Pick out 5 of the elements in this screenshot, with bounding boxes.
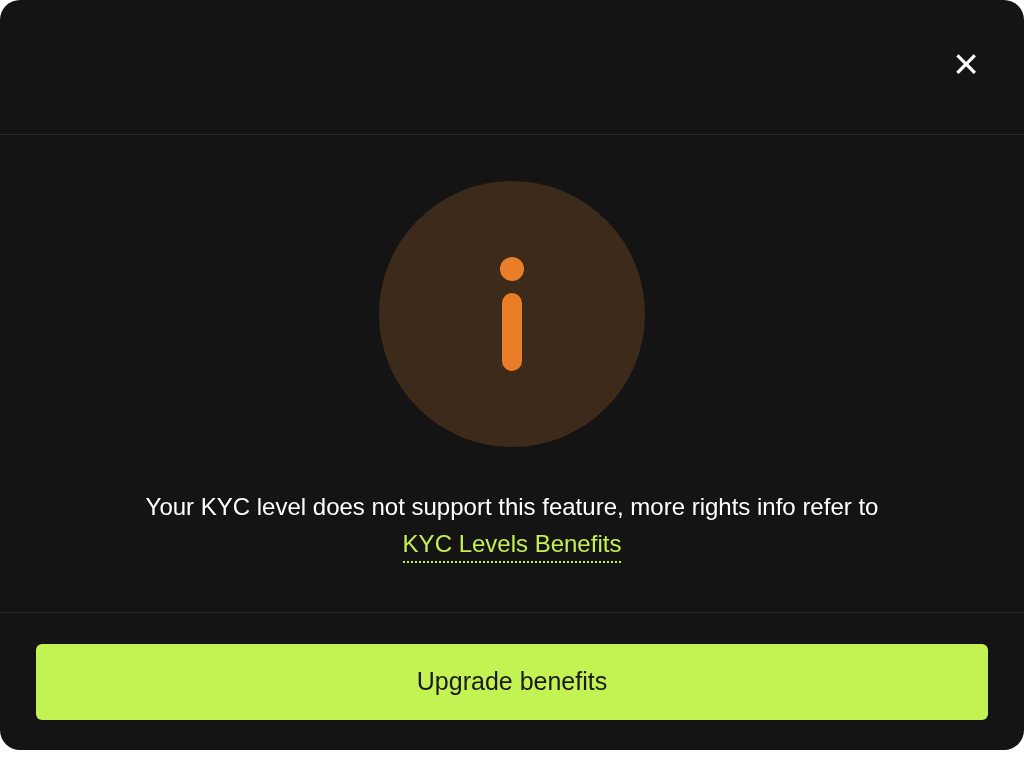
message-text: Your KYC level does not support this feature, more rights info refer to [145,492,879,522]
benefits-link[interactable]: KYC Levels Benefits [402,527,622,563]
upgrade-button[interactable]: Upgrade benefits [36,644,988,720]
info-icon [379,181,645,447]
close-button[interactable]: × [946,44,986,84]
